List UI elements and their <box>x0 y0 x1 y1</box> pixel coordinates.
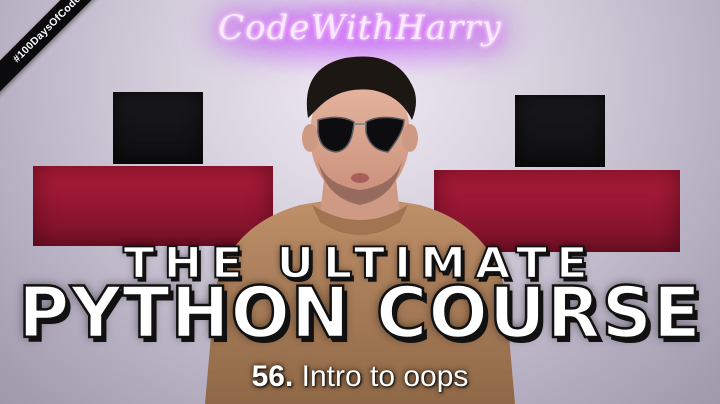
episode-number: 56. <box>251 360 294 393</box>
title-python-course: PYTHON COURSE <box>17 272 702 354</box>
episode-title: Intro to oops <box>301 360 469 393</box>
video-thumbnail: CodeWithHarry L #100DaysOfCode THE ULTIM… <box>0 0 720 404</box>
episode-subtitle: 56. Intro to oops <box>0 360 720 393</box>
